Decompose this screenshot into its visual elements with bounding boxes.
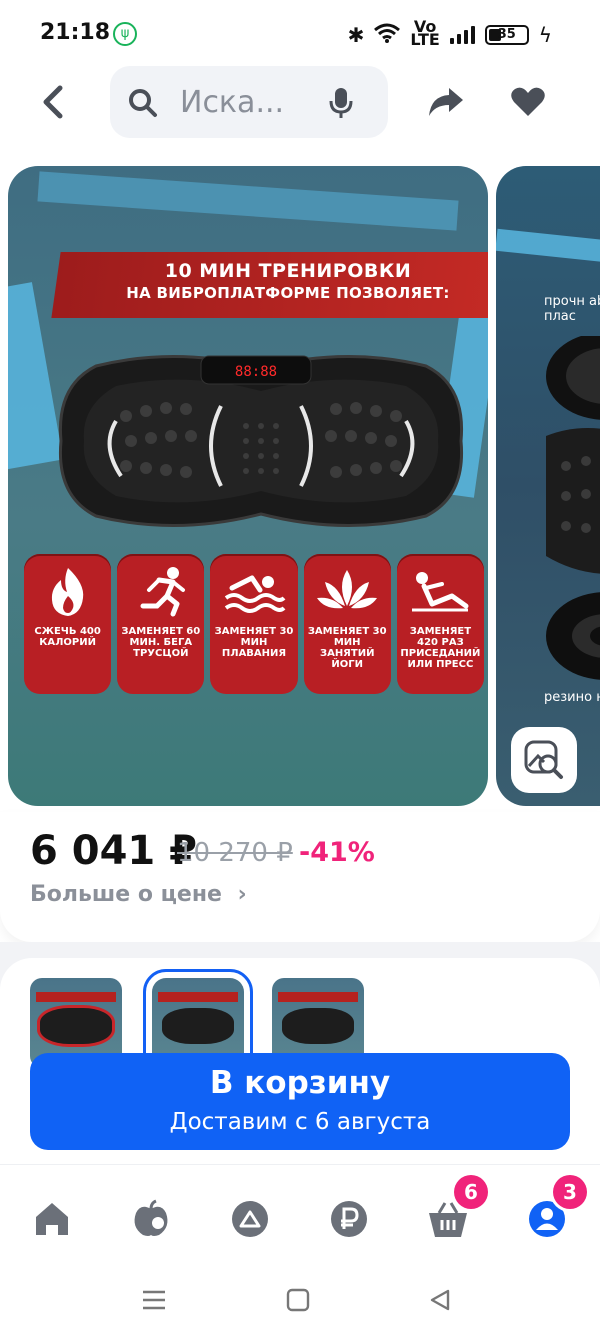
- home-system-button[interactable]: [278, 1284, 318, 1316]
- banner-title: 10 МИН ТРЕНИРОВКИ: [164, 260, 412, 282]
- image-search-icon: [524, 740, 563, 779]
- status-icons: ✱ Vo LTE 35 ϟ: [347, 17, 552, 49]
- back-system-button[interactable]: [420, 1284, 460, 1316]
- measuring-tape-decoration: [496, 228, 600, 266]
- menu-button[interactable]: [134, 1284, 174, 1316]
- chevron-left-icon: [43, 85, 63, 119]
- benefit-card: ЗАМЕНЯЕТ 420 РАЗ ПРИСЕДАНИЙ ИЛИ ПРЕСС: [396, 554, 485, 694]
- back-button[interactable]: [28, 78, 76, 126]
- display-digits: 88:88: [235, 364, 277, 380]
- search-box[interactable]: [110, 66, 388, 138]
- favorite-button[interactable]: [504, 78, 552, 126]
- product-image-main[interactable]: 10 МИН ТРЕНИРОВКИ НА ВИБРОПЛАТФОРМЕ ПОЗВ…: [8, 166, 488, 806]
- product-gallery[interactable]: 10 МИН ТРЕНИРОВКИ НА ВИБРОПЛАТФОРМЕ ПОЗВ…: [0, 160, 600, 810]
- add-to-cart-button[interactable]: В корзину Доставим с 6 августа: [30, 1053, 570, 1150]
- price-card: 6 041 ₽ 10 270 ₽ -41% Больше о цене ›: [0, 812, 600, 942]
- search-icon: [129, 89, 157, 117]
- cart-badge: 6: [454, 1175, 488, 1209]
- share-button[interactable]: [422, 78, 470, 126]
- status-bar: 21:18 ψ ✱ Vo LTE 35 ϟ: [0, 0, 600, 64]
- delivery-date: Доставим с 6 августа: [169, 1109, 431, 1135]
- vibration-platform-image: 88:88: [58, 354, 464, 528]
- benefit-text: ЗАМЕНЯЕТ 30 МИН ЗАНЯТИЙ ЙОГИ: [307, 626, 387, 670]
- services-icon: [232, 1201, 268, 1237]
- heart-icon: [511, 87, 545, 116]
- benefit-card: СЖЕЧЬ 400 КАЛОРИЙ: [24, 554, 112, 694]
- benefit-list: СЖЕЧЬ 400 КАЛОРИЙ ЗАМЕНЯЕТ 60 МИН. БЕГА …: [24, 554, 485, 694]
- tab-cart[interactable]: 6: [418, 1175, 488, 1249]
- ruble-icon: [331, 1201, 367, 1237]
- next-slide-caption: прочн abc плас: [544, 294, 600, 324]
- system-navigation-bar: [0, 1264, 600, 1339]
- promo-banner-text: 10 МИН ТРЕНИРОВКИ НА ВИБРОПЛАТФОРМЕ ПОЗВ…: [88, 260, 488, 302]
- tab-catalog[interactable]: [121, 1189, 181, 1249]
- header: [0, 64, 600, 144]
- benefit-card: ЗАМЕНЯЕТ 30 МИН ПЛАВАНИЯ: [210, 554, 298, 694]
- status-time: 21:18: [40, 20, 111, 45]
- tab-profile[interactable]: 3: [517, 1175, 587, 1249]
- tab-services[interactable]: [220, 1189, 280, 1249]
- old-price: 10 270 ₽: [177, 838, 293, 868]
- situp-icon: [397, 564, 484, 620]
- banner-subtitle: НА ВИБРОПЛАТФОРМЕ ПОЗВОЛЯЕТ:: [126, 284, 450, 302]
- home-icon: [36, 1203, 68, 1235]
- swimmer-icon: [210, 564, 297, 620]
- search-input[interactable]: [180, 82, 320, 122]
- profile-badge: 3: [553, 1175, 587, 1209]
- flame-icon: [24, 564, 111, 620]
- tab-home[interactable]: [22, 1189, 82, 1249]
- square-icon: [286, 1288, 310, 1312]
- bottom-tab-bar: 6 3: [0, 1164, 600, 1265]
- volte-icon: Vo LTE: [410, 17, 440, 49]
- benefit-text: ЗАМЕНЯЕТ 60 МИН. БЕГА ТРУСЦОЙ: [121, 626, 201, 659]
- measuring-tape-decoration: [37, 171, 459, 231]
- discount-badge: -41%: [299, 837, 375, 868]
- charging-icon: ϟ: [538, 23, 552, 47]
- leaf-icon: ψ: [113, 22, 137, 46]
- next-slide-caption: резино нож: [544, 690, 600, 705]
- share-icon: [429, 88, 463, 116]
- runner-icon: [117, 564, 204, 620]
- battery-icon: 35: [484, 25, 529, 45]
- benefit-text: СЖЕЧЬ 400 КАЛОРИЙ: [34, 626, 101, 648]
- signal-icon: [449, 26, 475, 44]
- wifi-icon: [374, 23, 401, 47]
- price-details-link[interactable]: Больше о цене ›: [30, 882, 247, 907]
- benefit-text: ЗАМЕНЯЕТ 420 РАЗ ПРИСЕДАНИЙ ИЛИ ПРЕСС: [400, 626, 481, 670]
- bluetooth-icon: ✱: [347, 23, 365, 47]
- catalog-icon: [134, 1199, 168, 1236]
- price-details-label: Больше о цене: [30, 882, 222, 907]
- benefit-card: ЗАМЕНЯЕТ 60 МИН. БЕГА ТРУСЦОЙ: [117, 554, 205, 694]
- image-search-button[interactable]: [511, 727, 577, 793]
- benefit-text: ЗАМЕНЯЕТ 30 МИН ПЛАВАНИЯ: [214, 626, 294, 659]
- tab-finance[interactable]: [319, 1189, 379, 1249]
- lotus-icon: [304, 564, 391, 620]
- benefit-card: ЗАМЕНЯЕТ 30 МИН ЗАНЯТИЙ ЙОГИ: [303, 554, 391, 694]
- current-price: 6 041 ₽: [30, 828, 198, 874]
- chevron-right-icon: ›: [237, 882, 247, 907]
- add-to-cart-label: В корзину: [209, 1065, 391, 1101]
- triangle-back-icon: [430, 1289, 450, 1311]
- product-image-next[interactable]: прочн abc плас резино нож: [496, 166, 600, 806]
- menu-icon: [143, 1290, 165, 1310]
- mic-icon[interactable]: [328, 86, 354, 120]
